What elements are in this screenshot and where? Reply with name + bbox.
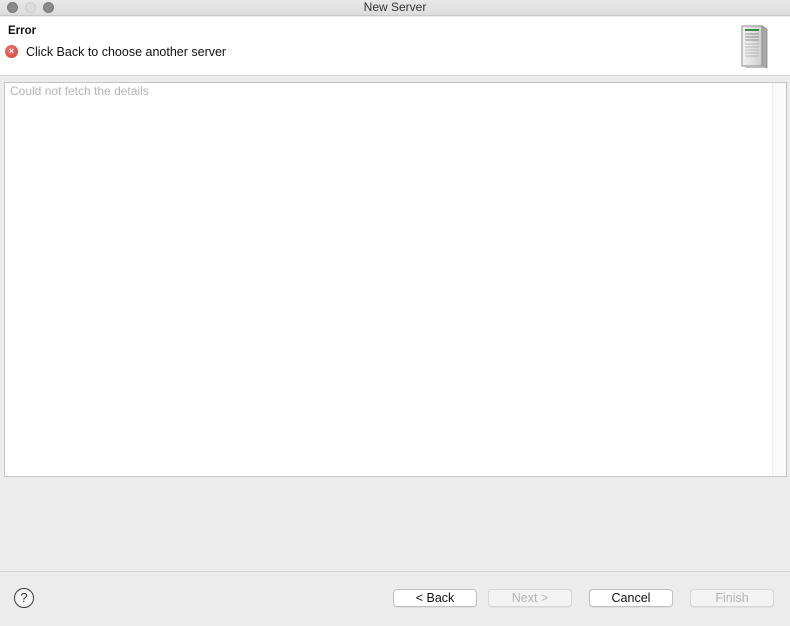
details-placeholder: Could not fetch the details	[10, 84, 149, 98]
help-button[interactable]: ?	[14, 588, 34, 608]
server-icon	[741, 25, 768, 69]
header-title: Error	[8, 25, 37, 37]
details-text-area[interactable]: Could not fetch the details	[4, 82, 787, 477]
next-button[interactable]: Next >	[488, 589, 572, 607]
window-title: New Server	[363, 0, 427, 14]
title-bar: New Server	[0, 0, 790, 16]
vertical-scrollbar[interactable]	[772, 83, 786, 476]
back-button[interactable]: < Back	[393, 589, 477, 607]
error-icon: ×	[5, 45, 18, 58]
cancel-button[interactable]: Cancel	[589, 589, 673, 607]
error-message: Click Back to choose another server	[26, 45, 227, 59]
wizard-header: Error × Click Back to choose another ser…	[0, 17, 790, 76]
footer-divider	[0, 571, 790, 572]
finish-button[interactable]: Finish	[690, 589, 774, 607]
